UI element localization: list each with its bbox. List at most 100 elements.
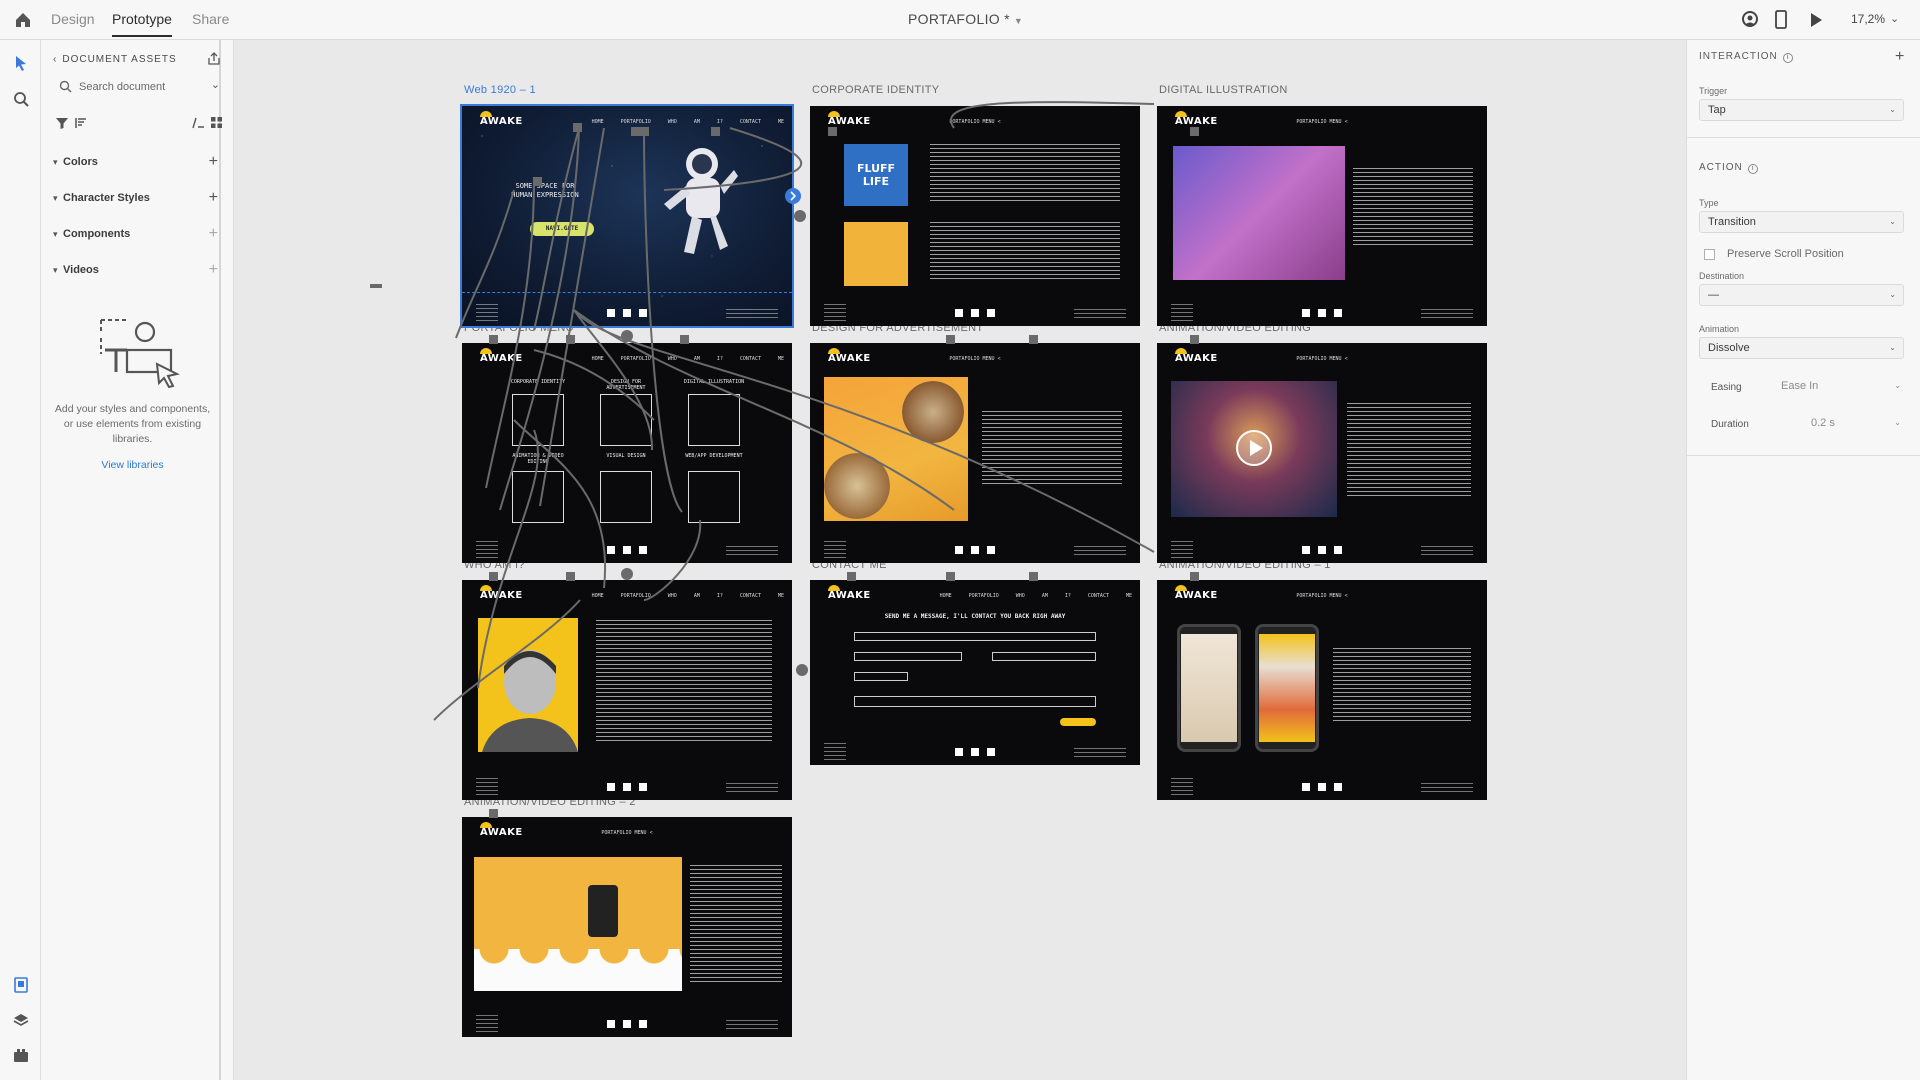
phone-field[interactable] <box>854 652 962 661</box>
checkbox[interactable] <box>1704 248 1715 260</box>
artboard-footer <box>810 535 1140 563</box>
chevron-down-icon[interactable]: ⌄ <box>1890 12 1899 25</box>
type-label: Type <box>1699 198 1719 208</box>
artboard-label[interactable]: Web 1920 – 1 <box>464 84 536 96</box>
layers-icon[interactable] <box>12 1011 30 1029</box>
easing-select[interactable]: Ease In ⌄ <box>1781 376 1901 398</box>
profile-photo <box>482 650 578 752</box>
animation-select[interactable]: Dissolve ⌄ <box>1699 337 1904 359</box>
menu-tile[interactable] <box>688 394 740 446</box>
divider <box>1687 455 1920 456</box>
artboard-portafolio-menu[interactable]: AWAKE HOME PORTAFOLIO WHO AM I? CONTACT … <box>462 343 792 563</box>
zoom-tool-icon[interactable] <box>12 90 30 108</box>
menu-tile[interactable] <box>600 394 652 446</box>
device-preview-icon[interactable] <box>1774 9 1788 31</box>
back-chevron-icon[interactable]: ‹ <box>53 54 57 65</box>
name-field[interactable] <box>854 632 1096 641</box>
canvas[interactable]: Web 1920 – 1 CORPORATE IDENTITY DIGITAL … <box>234 40 1686 1080</box>
user-icon[interactable] <box>1741 9 1759 31</box>
section-videos[interactable]: ▾ Videos + <box>53 261 218 284</box>
artboard-footer <box>810 737 1140 765</box>
food-plate <box>824 453 890 519</box>
chevron-down-icon[interactable]: ⌄ <box>211 78 220 91</box>
artboard-footer <box>1157 772 1487 800</box>
menu-tile[interactable] <box>600 471 652 523</box>
section-colors[interactable]: ▾ Colors + <box>53 153 218 176</box>
menu-tile[interactable] <box>512 394 564 446</box>
preserve-scroll-label: Preserve Scroll Position <box>1727 248 1844 260</box>
artboard-digital-illustration[interactable]: AWAKE PORTAFOLIO MENU < <box>1157 106 1487 326</box>
plugins-icon[interactable] <box>12 1046 30 1064</box>
home-icon[interactable] <box>13 10 33 30</box>
type-select[interactable]: Transition ⌄ <box>1699 211 1904 233</box>
artboard-animation-video-editing-1[interactable]: AWAKE PORTAFOLIO MENU < <box>1157 580 1487 800</box>
menu-item-label: DESIGN FOR ADVERTISEMENT <box>606 379 646 391</box>
artboard-nav: HOME PORTAFOLIO WHO AM I? CONTACT ME <box>591 119 784 125</box>
panel-scrollbar[interactable] <box>219 40 221 1080</box>
sort-icon[interactable] <box>74 116 88 130</box>
divider <box>1687 137 1920 138</box>
artboard-contact-me[interactable]: AWAKE HOME PORTAFOLIO WHO AM I? CONTACT … <box>810 580 1140 765</box>
artboard-who-am-i[interactable]: AWAKE HOME PORTAFOLIO WHO AM I? CONTACT … <box>462 580 792 800</box>
info-icon[interactable]: i <box>1747 164 1758 174</box>
play-icon[interactable] <box>1808 9 1824 31</box>
zoom-level[interactable]: 17,2% <box>1851 12 1885 26</box>
trigger-select[interactable]: Tap ⌄ <box>1699 99 1904 121</box>
play-icon[interactable] <box>1235 429 1273 467</box>
tab-design[interactable]: Design <box>51 11 95 27</box>
artboard-design-for-advertisement[interactable]: AWAKE PORTAFOLIO MENU < <box>810 343 1140 563</box>
add-icon[interactable]: + <box>209 189 218 207</box>
menu-item-label: ANIMATION & VIDEO EDITING <box>512 453 564 465</box>
add-icon[interactable]: + <box>209 153 218 171</box>
section-character-styles[interactable]: ▾ Character Styles + <box>53 189 218 212</box>
list-view-icon[interactable] <box>191 116 205 130</box>
message-field[interactable] <box>854 696 1096 707</box>
select-field[interactable] <box>854 672 908 681</box>
action-heading: ACTION i <box>1699 162 1758 174</box>
info-icon[interactable]: i <box>1782 53 1793 63</box>
select-tool-icon[interactable] <box>12 54 30 72</box>
section-label: Videos <box>63 264 99 276</box>
assets-icon[interactable] <box>12 976 30 994</box>
artboard-animation-video-editing-2[interactable]: AWAKE PORTAFOLIO MENU < <box>462 817 792 1037</box>
artboard-label[interactable]: DIGITAL ILLUSTRATION <box>1159 84 1288 96</box>
chevron-down-icon: ▾ <box>53 157 58 167</box>
add-icon[interactable]: + <box>209 225 218 243</box>
artboard-corporate-identity[interactable]: AWAKE PORTAFOLIO MENU < FLUFF LIFE <box>810 106 1140 326</box>
search-input[interactable] <box>79 78 199 96</box>
add-icon[interactable]: + <box>209 261 218 279</box>
awake-logo: AWAKE <box>480 585 523 601</box>
document-title[interactable]: PORTAFOLIO * ▼ <box>908 11 1023 27</box>
assets-heading[interactable]: ‹ DOCUMENT ASSETS <box>53 54 177 65</box>
filter-icon[interactable] <box>55 116 69 130</box>
send-button[interactable] <box>1060 718 1096 726</box>
menu-item-label: VISUAL DESIGN <box>606 453 646 459</box>
contact-heading: SEND ME A MESSAGE, I'LL CONTACT YOU BACK… <box>884 613 1066 620</box>
menu-item-label: WEB/APP DEVELOPMENT <box>685 453 743 459</box>
destination-select[interactable]: — ⌄ <box>1699 284 1904 306</box>
project-description <box>930 222 1120 280</box>
menu-tile[interactable] <box>512 471 564 523</box>
duration-select[interactable]: 0.2 s ⌄ <box>1811 413 1901 435</box>
section-components[interactable]: ▾ Components + <box>53 225 218 248</box>
artboard-footer <box>1157 535 1487 563</box>
artboard-animation-video-editing[interactable]: AWAKE PORTAFOLIO MENU < <box>1157 343 1487 563</box>
add-interaction-icon[interactable]: + <box>1895 48 1904 66</box>
grid-view-icon[interactable] <box>210 116 223 129</box>
tab-share[interactable]: Share <box>192 11 229 27</box>
artboard-label[interactable]: CORPORATE IDENTITY <box>812 84 939 96</box>
document-title-text: PORTAFOLIO * <box>908 11 1010 27</box>
navigate-button[interactable]: NAVI.GATE <box>530 222 594 236</box>
dragon-illustration <box>1173 146 1345 280</box>
view-libraries-link[interactable]: View libraries <box>51 459 214 471</box>
phone-mockup <box>588 885 618 937</box>
menu-item-label: CORPORATE IDENTITY <box>510 379 566 385</box>
email-field[interactable] <box>992 652 1096 661</box>
search-box[interactable]: ⌄ <box>55 76 220 98</box>
preserve-scroll-checkbox[interactable]: Preserve Scroll Position <box>1699 248 1844 260</box>
tab-prototype[interactable]: Prototype <box>112 11 172 37</box>
artboard-web-1920-1[interactable]: AWAKE HOME PORTAFOLIO WHO AM I? CONTACT … <box>460 104 794 328</box>
project-description <box>1347 403 1471 499</box>
share-icon[interactable] <box>207 52 221 66</box>
menu-tile[interactable] <box>688 471 740 523</box>
